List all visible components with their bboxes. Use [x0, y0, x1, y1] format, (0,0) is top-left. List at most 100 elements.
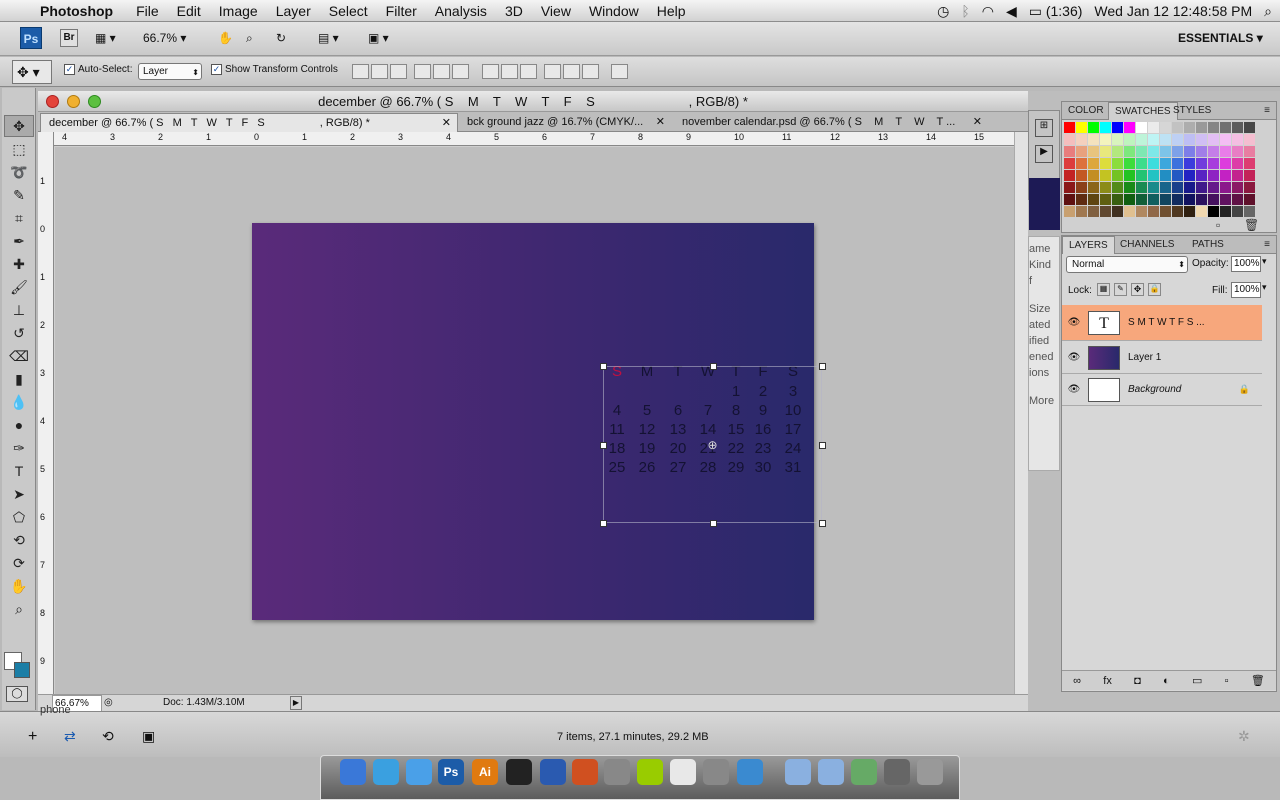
vertical-scrollbar[interactable]: [1014, 132, 1028, 694]
swatch[interactable]: [1232, 182, 1243, 193]
swatch[interactable]: [1124, 182, 1135, 193]
visibility-eye-icon[interactable]: 👁: [1066, 317, 1082, 328]
swatch[interactable]: [1124, 206, 1135, 217]
vertical-ruler[interactable]: 1 0 1 2 3 4 5 6 7 8 9: [38, 132, 54, 694]
swatch[interactable]: [1232, 146, 1243, 157]
fill-arrow-icon[interactable]: ▾: [1262, 282, 1267, 293]
lock-all-icon[interactable]: 🔒: [1148, 283, 1161, 296]
layer-row-layer1[interactable]: 👁 Layer 1: [1062, 342, 1262, 374]
tool-preset-picker[interactable]: ✥ ▾: [12, 60, 52, 84]
panel-menu-icon[interactable]: ≡: [1258, 236, 1276, 254]
menu-file[interactable]: File: [136, 3, 159, 19]
menu-analysis[interactable]: Analysis: [435, 3, 487, 19]
swatch[interactable]: [1124, 146, 1135, 157]
swatch[interactable]: [1124, 158, 1135, 169]
new-swatch-icon[interactable]: ▫: [1216, 218, 1220, 232]
bluetooth-icon[interactable]: ᛒ: [961, 3, 969, 19]
swatch[interactable]: [1100, 146, 1111, 157]
menu-view[interactable]: View: [541, 3, 571, 19]
auto-align-layers-icon[interactable]: [611, 64, 628, 79]
swatch[interactable]: [1112, 206, 1123, 217]
minimize-window-button[interactable]: [67, 95, 80, 108]
swatch[interactable]: [1064, 170, 1075, 181]
swatch[interactable]: [1184, 194, 1195, 205]
powerpoint-icon[interactable]: [572, 759, 598, 785]
new-layer-icon[interactable]: ▫: [1225, 675, 1229, 687]
swatch[interactable]: [1244, 146, 1255, 157]
actions-icon[interactable]: ▶: [1035, 145, 1053, 163]
swatch[interactable]: [1160, 158, 1171, 169]
delete-layer-icon[interactable]: 🗑: [1251, 674, 1265, 687]
swatch[interactable]: [1064, 206, 1075, 217]
layer-row-text[interactable]: 👁 T S M T W T F S ...: [1062, 305, 1262, 341]
distribute-hcenter-icon[interactable]: [563, 64, 580, 79]
wifi-icon[interactable]: ◠: [982, 3, 994, 20]
adjustment-layer-icon[interactable]: ◐: [1163, 675, 1170, 687]
distribute-top-icon[interactable]: [482, 64, 499, 79]
dodge-tool-icon[interactable]: ●: [4, 414, 34, 436]
history-icon[interactable]: ⊞: [1035, 119, 1053, 137]
swatch[interactable]: [1172, 122, 1183, 133]
layer-name[interactable]: Layer 1: [1128, 352, 1161, 363]
eraser-tool-icon[interactable]: ⌫: [4, 345, 34, 367]
swatch[interactable]: [1220, 194, 1231, 205]
swatch[interactable]: [1136, 146, 1147, 157]
menu-edit[interactable]: Edit: [177, 3, 201, 19]
horizontal-ruler[interactable]: 4 3 2 1 0 1 2 3 4 5 6 7 8 9 10 11 12 13 14 15: [54, 132, 1014, 146]
move-tool-icon[interactable]: ✥: [4, 115, 34, 137]
swatch[interactable]: [1220, 134, 1231, 145]
layer-name[interactable]: S M T W T F S ...: [1128, 317, 1205, 328]
chrome-icon[interactable]: [670, 759, 696, 785]
swatch[interactable]: [1088, 206, 1099, 217]
swatch[interactable]: [1184, 206, 1195, 217]
swatch[interactable]: [1160, 206, 1171, 217]
close-tab-icon[interactable]: ✕: [973, 113, 982, 132]
layer-style-icon[interactable]: fx: [1103, 675, 1112, 687]
swatch[interactable]: [1208, 158, 1219, 169]
swatch[interactable]: [1196, 134, 1207, 145]
swatch[interactable]: [1208, 122, 1219, 133]
layer-row-background[interactable]: 👁 Background 🔒: [1062, 374, 1262, 406]
swatch[interactable]: [1244, 122, 1255, 133]
swatch[interactable]: [1100, 134, 1111, 145]
document-title-bar[interactable]: december @ 66.7% ( S M T W T F S , RGB/8…: [38, 91, 1028, 112]
status-info-icon[interactable]: ◎: [104, 695, 113, 711]
arrange-documents-button[interactable]: ▤ ▾: [318, 28, 339, 48]
folder-icon[interactable]: [785, 759, 811, 785]
clone-stamp-tool-icon[interactable]: ⊥: [4, 299, 34, 321]
swatch[interactable]: [1100, 158, 1111, 169]
swatch[interactable]: [1112, 122, 1123, 133]
swatch[interactable]: [1232, 170, 1243, 181]
swatch[interactable]: [1232, 206, 1243, 217]
zoom-tool-icon[interactable]: ⌕: [4, 598, 34, 620]
swatch[interactable]: [1088, 158, 1099, 169]
quick-mask-icon[interactable]: ◯: [6, 686, 28, 702]
swatch[interactable]: [1076, 182, 1087, 193]
tab-layers[interactable]: LAYERS: [1062, 236, 1115, 254]
blend-mode-dropdown[interactable]: Normal ⬍: [1066, 256, 1188, 273]
swatch[interactable]: [1100, 206, 1111, 217]
path-select-tool-icon[interactable]: ➤: [4, 483, 34, 505]
swatch[interactable]: [1136, 206, 1147, 217]
background-color-swatch[interactable]: [14, 662, 30, 678]
preview-icon[interactable]: [604, 759, 630, 785]
align-left-icon[interactable]: [414, 64, 431, 79]
screen-mode-button[interactable]: ▣ ▾: [368, 28, 389, 48]
swatch[interactable]: [1076, 134, 1087, 145]
swatch[interactable]: [1112, 146, 1123, 157]
visibility-eye-icon[interactable]: 👁: [1066, 352, 1082, 363]
history-brush-tool-icon[interactable]: ↺: [4, 322, 34, 344]
swatch[interactable]: [1064, 122, 1075, 133]
transform-handle[interactable]: [819, 442, 826, 449]
transform-handle[interactable]: [600, 363, 607, 370]
swatch[interactable]: [1148, 158, 1159, 169]
swatch[interactable]: [1124, 134, 1135, 145]
swatch[interactable]: [1076, 146, 1087, 157]
lock-image-icon[interactable]: ✎: [1114, 283, 1127, 296]
eyedropper-tool-icon[interactable]: ✒: [4, 230, 34, 252]
opacity-field[interactable]: 100%: [1231, 256, 1261, 272]
swatch[interactable]: [1172, 182, 1183, 193]
swatch[interactable]: [1136, 134, 1147, 145]
swatch[interactable]: [1232, 194, 1243, 205]
battery-icon[interactable]: ▭ (1:36): [1029, 3, 1083, 20]
